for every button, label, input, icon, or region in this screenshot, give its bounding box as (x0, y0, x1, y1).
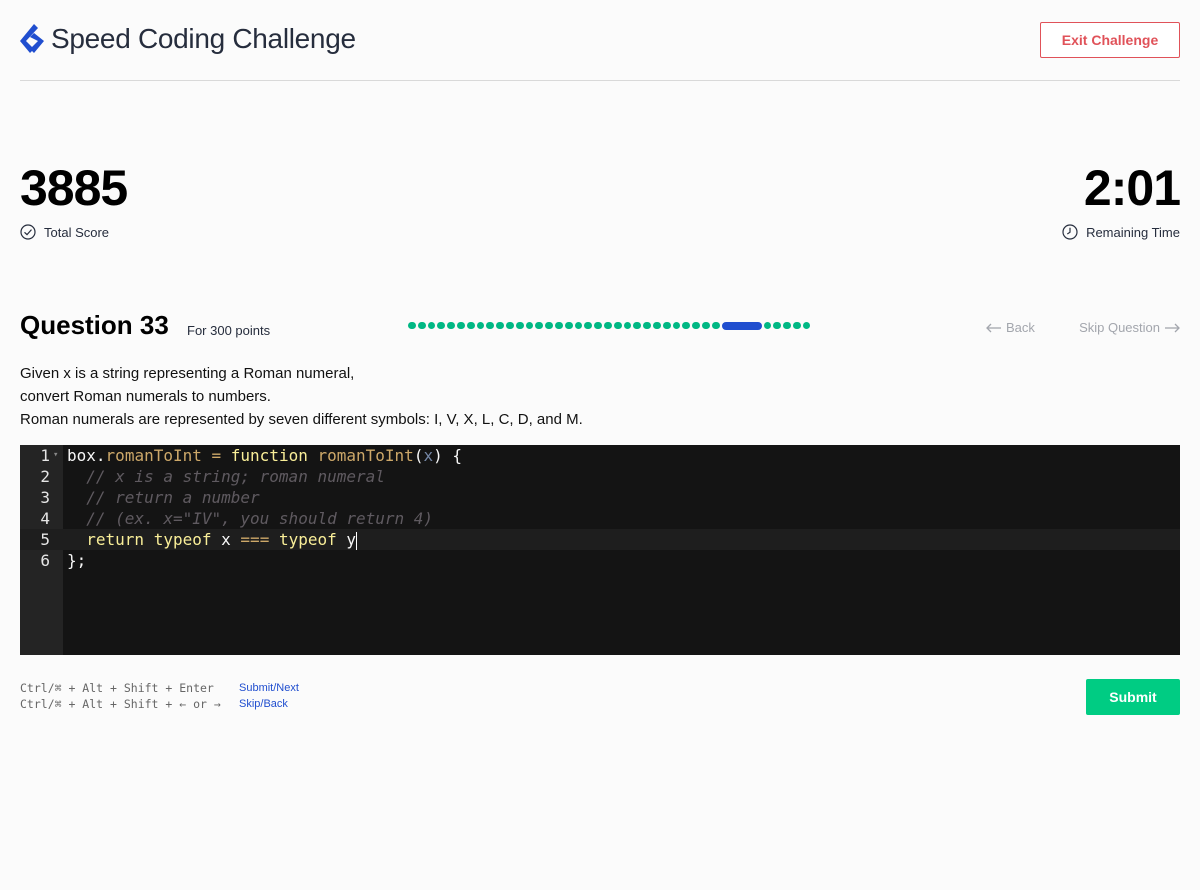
progress-dot (486, 321, 495, 330)
progress-dot (466, 321, 475, 330)
question-title: Question 33 (20, 310, 169, 340)
progress-dot (623, 321, 632, 330)
progress-dot (456, 321, 465, 330)
back-label: Back (1006, 320, 1035, 335)
progress-dot (613, 321, 622, 330)
shortcut-action: Skip/Back (239, 698, 288, 710)
progress-dot (763, 321, 772, 330)
remaining-time-label-row: Remaining Time (1062, 224, 1180, 240)
line-number: 5 (40, 530, 50, 549)
time-block: 2:01 Remaining Time (1062, 160, 1181, 240)
total-score-label: Total Score (44, 224, 110, 240)
line-number: 1 (40, 446, 50, 465)
description-line: Roman numerals are represented by seven … (20, 411, 583, 428)
shortcut-row: Ctrl/⌘ + Alt + Shift + ← or → Skip/Back (20, 696, 299, 712)
progress-dot (802, 321, 811, 330)
code-text: // (ex. x="IV", you should return 4) (67, 509, 434, 528)
progress-dot (417, 321, 426, 330)
code-text: // return a number (67, 488, 260, 507)
progress-dot (672, 321, 681, 330)
progress-dot (652, 321, 661, 330)
progress-dot (662, 321, 671, 330)
code-editor[interactable]: 1 ▾ box.romanToInt = function romanToInt… (20, 445, 1180, 655)
question-description: Given x is a string representing a Roman… (20, 362, 583, 431)
progress-dot (554, 321, 563, 330)
progress-dot (447, 321, 455, 330)
progress-dot-current (721, 321, 762, 330)
progress-dot (545, 321, 553, 330)
code-line[interactable]: 6 }; (20, 550, 1180, 571)
remaining-time-value: 2:01 (1083, 160, 1181, 216)
arrow-left-icon (986, 323, 1001, 332)
code-text: }; (67, 551, 87, 570)
text-cursor (356, 531, 358, 550)
app-title: Speed Coding Challenge (51, 23, 356, 54)
progress-dot (515, 321, 524, 330)
question-progress (408, 321, 811, 330)
fold-arrow-icon[interactable]: ▾ (53, 445, 58, 466)
toptal-logo-icon[interactable] (20, 24, 44, 58)
skip-question-label: Skip Question (1079, 320, 1160, 335)
code-line[interactable]: 4 // (ex. x="IV", you should return 4) (20, 508, 1180, 529)
shortcut-action: Submit/Next (239, 682, 299, 694)
progress-dot (535, 321, 544, 330)
code-text: return typeof x === typeof y (86, 530, 358, 550)
progress-dot (427, 321, 436, 330)
progress-dot (701, 321, 710, 330)
progress-dot (682, 321, 691, 330)
progress-dot (496, 321, 504, 330)
code-line[interactable]: 3 // return a number (20, 487, 1180, 508)
progress-dot (773, 321, 782, 330)
progress-dot (584, 321, 593, 330)
progress-dot (633, 321, 642, 330)
description-line: Given x is a string representing a Roman… (20, 365, 355, 382)
skip-question-button[interactable]: Skip Question (1079, 320, 1180, 335)
remaining-time-label: Remaining Time (1086, 224, 1180, 240)
progress-dot (643, 321, 651, 330)
clock-icon (1062, 224, 1078, 240)
header: Speed Coding Challenge Exit Challenge (20, 0, 1180, 81)
keyboard-shortcuts: Ctrl/⌘ + Alt + Shift + Enter Submit/Next… (20, 680, 299, 712)
line-number: 6 (40, 551, 50, 570)
progress-dot (408, 321, 416, 330)
progress-dot (505, 321, 514, 330)
shortcut-keys: Ctrl/⌘ + Alt + Shift + Enter (20, 681, 214, 695)
shortcut-row: Ctrl/⌘ + Alt + Shift + Enter Submit/Next (20, 680, 299, 696)
progress-dot (476, 321, 485, 330)
score-block: 3885 Total Score (20, 160, 128, 240)
total-score-value: 3885 (20, 160, 128, 216)
code-line[interactable]: 2 // x is a string; roman numeral (20, 466, 1180, 487)
progress-dot (437, 321, 446, 330)
progress-dot (711, 321, 720, 330)
code-line[interactable]: 1 ▾ box.romanToInt = function romanToInt… (20, 445, 1180, 466)
code-line-active[interactable]: 5 return typeof x === typeof y (20, 529, 1180, 550)
progress-dot (783, 321, 791, 330)
progress-dot (564, 321, 573, 330)
arrow-right-icon (1165, 323, 1180, 332)
progress-dot (692, 321, 700, 330)
code-text: box.romanToInt = function romanToInt(x) … (67, 446, 462, 465)
progress-dot (594, 321, 602, 330)
total-score-label-row: Total Score (20, 224, 127, 240)
line-number: 2 (40, 467, 50, 486)
progress-dot (574, 321, 583, 330)
code-text: // x is a string; roman numeral (67, 467, 385, 486)
progress-dot (603, 321, 612, 330)
back-button[interactable]: Back (986, 320, 1035, 335)
line-number: 4 (40, 509, 50, 528)
exit-challenge-button[interactable]: Exit Challenge (1040, 22, 1180, 58)
check-circle-icon (20, 224, 36, 240)
submit-button[interactable]: Submit (1086, 679, 1180, 715)
shortcut-keys: Ctrl/⌘ + Alt + Shift + ← or → (20, 697, 221, 711)
progress-dot (792, 321, 801, 330)
question-points: For 300 points (187, 323, 271, 338)
description-line: convert Roman numerals to numbers. (20, 388, 271, 405)
line-number: 3 (40, 488, 50, 507)
progress-dot (525, 321, 534, 330)
